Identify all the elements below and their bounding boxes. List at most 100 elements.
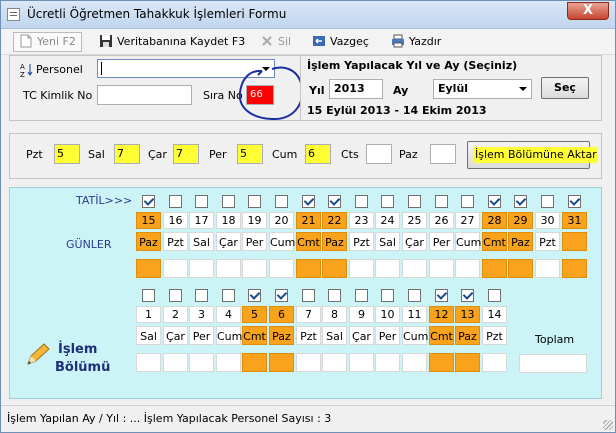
toolbar: Yeni F2 Veritabanına Kaydet F3 Sil Vazge… <box>1 29 615 55</box>
day-entry-cell[interactable] <box>163 259 188 278</box>
month-label: Ay <box>393 84 409 97</box>
day-entry-cell[interactable] <box>562 259 587 278</box>
day-number-cell: 9 <box>349 306 374 323</box>
holiday-checkbox-row1-0[interactable] <box>142 195 155 208</box>
day-entry-cell[interactable] <box>189 259 214 278</box>
select-button[interactable]: Seç <box>541 77 589 99</box>
holiday-checkbox-row2-10[interactable] <box>408 289 421 302</box>
new-button[interactable]: Yeni F2 <box>13 32 82 52</box>
day-entry-cell[interactable] <box>269 353 294 372</box>
day-number-cell: 28 <box>482 212 507 229</box>
holiday-checkbox-row1-9[interactable] <box>381 195 394 208</box>
holiday-checkbox-row2-6[interactable] <box>302 289 315 302</box>
holiday-checkbox-row1-6[interactable] <box>302 195 315 208</box>
save-to-database-button[interactable]: Veritabanına Kaydet F3 <box>99 33 245 51</box>
holiday-checkbox-row1-10[interactable] <box>408 195 421 208</box>
resize-grip[interactable] <box>603 420 613 430</box>
holiday-checkbox-row2-1[interactable] <box>169 289 182 302</box>
holiday-checkbox-row2-11[interactable] <box>435 289 448 302</box>
day-entry-cell[interactable] <box>429 353 454 372</box>
holiday-checkbox-row1-8[interactable] <box>355 195 368 208</box>
weekday-count-input-2[interactable]: 7 <box>173 144 199 164</box>
day-name-cell: Pzt <box>482 326 507 345</box>
holiday-checkbox-row1-13[interactable] <box>488 195 501 208</box>
day-entry-cell[interactable] <box>322 353 347 372</box>
day-number-cell: 5 <box>242 306 267 323</box>
holiday-checkbox-row1-7[interactable] <box>328 195 341 208</box>
holiday-checkbox-row2-4[interactable] <box>248 289 261 302</box>
day-number-cell: 18 <box>216 212 241 229</box>
day-number-cell: 11 <box>402 306 427 323</box>
holiday-checkbox-row2-2[interactable] <box>195 289 208 302</box>
day-entry-cell[interactable] <box>136 353 161 372</box>
day-entry-cell[interactable] <box>535 259 560 278</box>
day-name-cell: Çar <box>163 326 188 345</box>
holiday-checkbox-row1-2[interactable] <box>195 195 208 208</box>
status-bar: İşlem Yapılan Ay / Yıl : ... İşlem Yapıl… <box>1 405 615 432</box>
day-entry-cell[interactable] <box>216 353 241 372</box>
toplam-label: Toplam <box>535 333 575 346</box>
holiday-checkbox-row1-4[interactable] <box>248 195 261 208</box>
day-entry-cell[interactable] <box>508 259 533 278</box>
chevron-down-icon[interactable] <box>519 87 527 91</box>
weekday-count-input-3[interactable]: 5 <box>237 144 263 164</box>
day-entry-cell[interactable] <box>482 259 507 278</box>
az-sort-icon[interactable]: AZ <box>20 62 34 81</box>
day-entry-cell[interactable] <box>296 353 321 372</box>
holiday-checkbox-row2-5[interactable] <box>275 289 288 302</box>
holiday-checkbox-row2-8[interactable] <box>355 289 368 302</box>
day-entry-cell[interactable] <box>269 259 294 278</box>
day-name-cell: Cum <box>455 232 481 251</box>
holiday-checkbox-row2-9[interactable] <box>381 289 394 302</box>
day-entry-cell[interactable] <box>375 259 400 278</box>
transfer-button[interactable]: İşlem Bölümüne Aktar <box>467 141 598 169</box>
day-entry-cell[interactable] <box>429 259 454 278</box>
holiday-checkbox-row1-1[interactable] <box>169 195 182 208</box>
holiday-checkbox-row1-3[interactable] <box>222 195 235 208</box>
year-input[interactable]: 2013 <box>329 79 383 99</box>
day-entry-cell[interactable] <box>163 353 188 372</box>
day-entry-cell[interactable] <box>482 353 507 372</box>
day-entry-cell[interactable] <box>349 259 374 278</box>
day-entry-cell[interactable] <box>322 259 347 278</box>
print-button[interactable]: Yazdır <box>391 33 441 51</box>
delete-button[interactable]: Sil <box>260 33 291 51</box>
weekday-count-input-6[interactable] <box>430 144 456 164</box>
holiday-checkbox-row1-5[interactable] <box>275 195 288 208</box>
day-number-cell: 22 <box>322 212 347 229</box>
toplam-input[interactable] <box>519 354 587 373</box>
cancel-button[interactable]: Vazgeç <box>312 33 369 51</box>
day-entry-cell[interactable] <box>136 259 161 278</box>
holiday-checkbox-row1-15[interactable] <box>541 195 554 208</box>
holiday-checkbox-row1-16[interactable] <box>568 195 581 208</box>
day-entry-cell[interactable] <box>242 259 267 278</box>
weekday-count-input-1[interactable]: 7 <box>114 144 140 164</box>
close-button[interactable]: X <box>567 2 609 20</box>
holiday-checkbox-row2-13[interactable] <box>488 289 501 302</box>
day-entry-cell[interactable] <box>189 353 214 372</box>
holiday-checkbox-row2-7[interactable] <box>328 289 341 302</box>
holiday-checkbox-row2-0[interactable] <box>142 289 155 302</box>
holiday-checkbox-row1-12[interactable] <box>461 195 474 208</box>
holiday-checkbox-row1-14[interactable] <box>514 195 527 208</box>
floppy-disk-icon <box>99 34 113 48</box>
holiday-checkbox-row2-12[interactable] <box>461 289 474 302</box>
weekday-count-input-0[interactable]: 5 <box>54 144 80 164</box>
day-entry-cell[interactable] <box>349 353 374 372</box>
day-entry-cell[interactable] <box>455 259 480 278</box>
day-entry-cell[interactable] <box>296 259 321 278</box>
day-name-cell: Per <box>242 232 267 251</box>
day-entry-cell[interactable] <box>402 259 427 278</box>
holiday-checkbox-row2-3[interactable] <box>222 289 235 302</box>
day-entry-cell[interactable] <box>455 353 480 372</box>
day-name-cell: Cmt <box>482 232 507 251</box>
weekday-count-input-5[interactable] <box>366 144 392 164</box>
day-entry-cell[interactable] <box>375 353 400 372</box>
weekday-count-input-4[interactable]: 6 <box>305 144 331 164</box>
day-entry-cell[interactable] <box>402 353 427 372</box>
holiday-checkbox-row1-11[interactable] <box>435 195 448 208</box>
tc-kimlik-input[interactable] <box>97 85 192 105</box>
day-entry-cell[interactable] <box>216 259 241 278</box>
month-select[interactable]: Eylül <box>433 79 532 99</box>
day-entry-cell[interactable] <box>242 353 267 372</box>
